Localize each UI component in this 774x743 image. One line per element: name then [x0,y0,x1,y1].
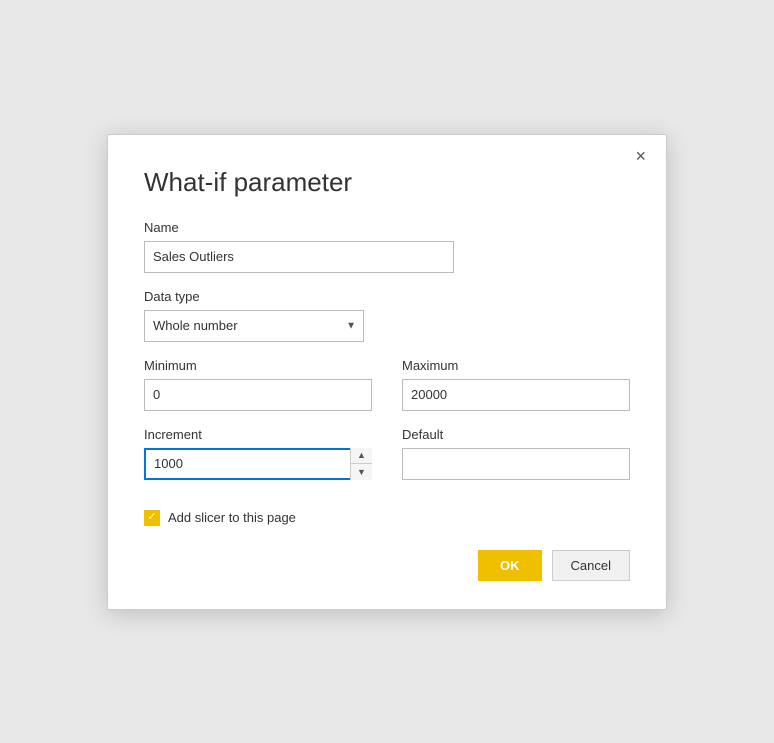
maximum-col: Maximum [402,358,630,427]
increment-default-row: Increment ▲ ▼ Default [144,427,630,496]
maximum-input[interactable] [402,379,630,411]
cancel-button[interactable]: Cancel [552,550,630,581]
data-type-group: Data type Whole number Decimal number Fi… [144,289,630,342]
close-button[interactable]: × [629,145,652,167]
increment-label: Increment [144,427,372,442]
data-type-select[interactable]: Whole number Decimal number Fixed decima… [144,310,364,342]
dialog: × What-if parameter Name Data type Whole… [107,134,667,610]
add-slicer-checkbox[interactable]: ✓ [144,510,160,526]
default-label: Default [402,427,630,442]
increment-spinner-wrapper: ▲ ▼ [144,448,372,480]
minimum-label: Minimum [144,358,372,373]
data-type-select-wrapper: Whole number Decimal number Fixed decima… [144,310,364,342]
add-slicer-label: Add slicer to this page [168,510,296,525]
default-input[interactable] [402,448,630,480]
minimum-group: Minimum [144,358,372,411]
increment-group: Increment ▲ ▼ [144,427,372,480]
increment-input[interactable] [144,448,372,480]
maximum-label: Maximum [402,358,630,373]
increment-col: Increment ▲ ▼ [144,427,372,496]
ok-button[interactable]: OK [478,550,542,581]
checkbox-row: ✓ Add slicer to this page [144,510,630,526]
dialog-title: What-if parameter [144,167,630,198]
increment-down-button[interactable]: ▼ [351,464,372,480]
min-max-row: Minimum Maximum [144,358,630,427]
checkmark-icon: ✓ [147,512,156,523]
minimum-col: Minimum [144,358,372,427]
name-group: Name [144,220,630,273]
increment-up-button[interactable]: ▲ [351,448,372,465]
dialog-overlay: × What-if parameter Name Data type Whole… [0,0,774,743]
dialog-footer: OK Cancel [144,550,630,581]
data-type-label: Data type [144,289,630,304]
increment-spinner-buttons: ▲ ▼ [350,448,372,480]
default-col: Default [402,427,630,496]
minimum-input[interactable] [144,379,372,411]
name-input[interactable] [144,241,454,273]
default-group: Default [402,427,630,480]
maximum-group: Maximum [402,358,630,411]
name-label: Name [144,220,630,235]
